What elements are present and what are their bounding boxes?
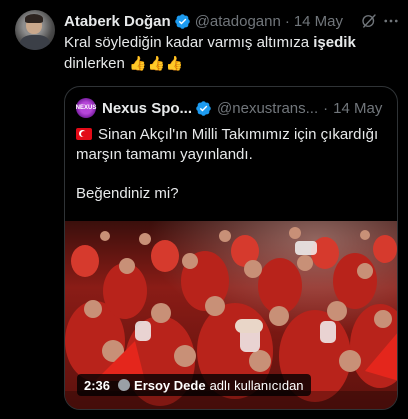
quoted-avatar[interactable]: NEXUS <box>76 98 96 118</box>
video-creator-suffix: adlı kullanıcıdan <box>209 377 304 393</box>
quoted-text: Sinan Akçıl'ın Milli Takımımız için çıka… <box>76 125 388 165</box>
quoted-header: NEXUS Nexus Spo... @nexustrans... · 14 M… <box>76 98 387 118</box>
quoted-tweet-card[interactable]: NEXUS Nexus Spo... @nexustrans... · 14 M… <box>64 86 398 410</box>
tweet-header: Ataberk Doğan @atadogann · 14 May <box>64 11 396 31</box>
video-duration: 2:36 <box>84 377 111 393</box>
quoted-question: Beğendiniz mi? <box>76 185 179 202</box>
thumbs-up-emoji: 👍👍👍 <box>129 55 185 71</box>
quoted-avatar-text: NEXUS <box>75 105 97 111</box>
creator-avatar-icon <box>118 379 131 391</box>
video-creator[interactable]: Ersoy Dede <box>134 378 206 393</box>
verified-badge-icon[interactable] <box>195 100 212 117</box>
author-name[interactable]: Ataberk Doğan <box>64 13 171 30</box>
tweet-text-bold: işedik <box>313 34 356 51</box>
turkish-flag-icon <box>76 128 92 140</box>
tweet-timestamp[interactable]: 14 May <box>294 13 343 30</box>
quoted-timestamp[interactable]: 14 May <box>333 100 382 117</box>
more-icon[interactable] <box>382 12 400 30</box>
tweet-text-part: Kral söylediğin kadar varmış altımıza <box>64 34 314 51</box>
tweet-text-part: dinlerken <box>64 55 130 72</box>
verified-badge-icon[interactable] <box>174 13 191 30</box>
author-handle[interactable]: @atadogann <box>195 13 281 30</box>
separator-dot: · <box>323 99 329 117</box>
tweet-text: Kral söylediğin kadar varmış altımıza iş… <box>64 33 384 74</box>
quoted-text-body: Sinan Akçıl'ın Milli Takımımız için çıka… <box>76 126 379 163</box>
separator-dot: · <box>284 12 290 30</box>
quoted-author-handle[interactable]: @nexustrans... <box>217 100 318 117</box>
quoted-author-name[interactable]: Nexus Spo... <box>102 100 192 117</box>
video-info-badge: 2:36 Ersoy Dede adlı kullanıcıdan <box>77 374 311 396</box>
author-avatar[interactable] <box>15 10 55 50</box>
grok-icon[interactable] <box>360 12 378 30</box>
